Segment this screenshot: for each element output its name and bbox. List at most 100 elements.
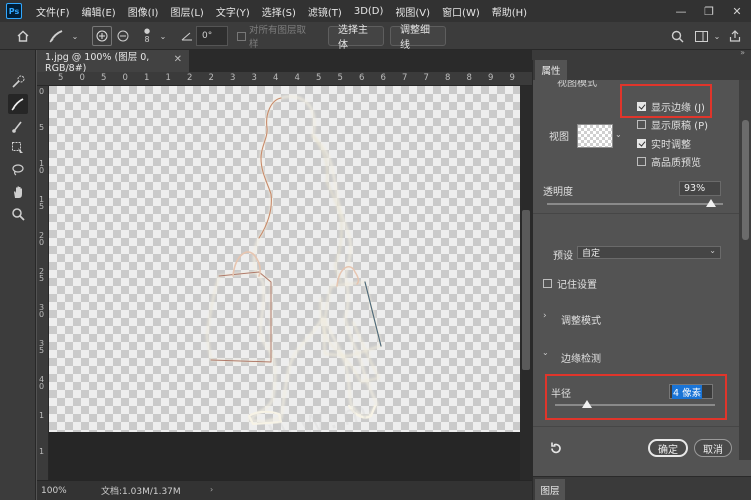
- status-bar: 100% 文档:1.03M/1.37M ›: [37, 480, 532, 500]
- angle-input[interactable]: 0°: [196, 26, 228, 46]
- remember-settings-checkbox[interactable]: [543, 279, 552, 288]
- brush-size-control[interactable]: ● 8: [140, 26, 154, 46]
- minimize-button[interactable]: —: [667, 0, 695, 22]
- show-edge-highlight: [620, 84, 712, 118]
- view-mode-thumbnail[interactable]: [577, 124, 613, 148]
- close-tab-icon[interactable]: ✕: [174, 54, 182, 65]
- ruler-top-tick-label: 9: [509, 73, 515, 83]
- sample-all-layers-label: 对所有图层取样: [249, 25, 307, 50]
- right-bag-edge-color: [364, 281, 382, 347]
- view-label: 视图: [549, 132, 569, 143]
- maximize-button[interactable]: ❐: [695, 0, 723, 22]
- zoom-tool-icon[interactable]: [8, 204, 28, 224]
- ruler-top-tick-label: 2: [208, 73, 214, 83]
- workspace-icon[interactable]: [692, 26, 710, 46]
- ruler-top: 5 0 5 0 1 1 2 2 3 3 4 4 5 5 6 6 7 7 8 8 9 9: [44, 72, 532, 86]
- ruler-top-tick-label: 6: [359, 73, 365, 83]
- menu-file[interactable]: 文件(F): [30, 4, 76, 19]
- document-size: 文档:1.03M/1.37M: [101, 487, 181, 497]
- search-icon[interactable]: [668, 26, 686, 46]
- refine-edge-brush-tool-icon[interactable]: [8, 94, 28, 114]
- ruler-left-tick-label: 1: [39, 447, 45, 456]
- ruler-left-tick-label: 2 0: [39, 231, 45, 247]
- chevron-down-icon[interactable]: ⌄: [70, 26, 80, 46]
- refine-brush-tool-icon[interactable]: [44, 26, 70, 46]
- hq-preview-label: 高品质预览: [651, 158, 701, 169]
- menu-image[interactable]: 图像(I): [122, 4, 165, 19]
- chevron-down-icon[interactable]: ⌄: [615, 130, 622, 139]
- menu-layer[interactable]: 图层(L): [164, 4, 209, 19]
- close-button[interactable]: ✕: [723, 0, 751, 22]
- menu-help[interactable]: 帮助(H): [486, 4, 533, 19]
- reset-icon[interactable]: [547, 440, 563, 456]
- sample-all-layers-checkbox[interactable]: [236, 26, 246, 46]
- opacity-label: 透明度: [543, 187, 573, 198]
- show-original-checkbox[interactable]: [637, 120, 646, 129]
- hq-preview-checkbox[interactable]: [637, 157, 646, 166]
- ruler-top-tick-label: 7: [423, 73, 429, 83]
- menu-type[interactable]: 文字(Y): [210, 4, 256, 19]
- right-panel: 属性 视图模式 视图 ⌄ 显示边缘 (J) 显示原稿 (P) 实时调整 高品质预…: [532, 50, 751, 500]
- refine-hair-button[interactable]: 调整细线: [390, 25, 446, 51]
- ruler-left-tick-label: 1 0: [39, 159, 45, 175]
- properties-scrollbar-thumb[interactable]: [742, 120, 749, 240]
- share-icon[interactable]: [726, 26, 744, 46]
- ruler-top-tick-label: 5: [58, 73, 64, 83]
- lasso-tool-icon[interactable]: [8, 160, 28, 180]
- hand-tool-icon[interactable]: [8, 182, 28, 202]
- select-subject-button[interactable]: 选择主体: [328, 25, 384, 51]
- panel-collapse-strip[interactable]: »: [532, 48, 751, 60]
- tab-strip: [190, 50, 532, 72]
- ruler-left-tick-label: 4 0: [39, 375, 45, 391]
- chevron-down-icon[interactable]: ⌄: [542, 348, 549, 357]
- ruler-top-tick-label: 0: [122, 73, 128, 83]
- brush-tool-icon[interactable]: [8, 116, 28, 136]
- menu-edit[interactable]: 编辑(E): [76, 4, 122, 19]
- layers-tab[interactable]: 图层: [535, 479, 565, 500]
- edge-detection-section[interactable]: 边缘检测: [561, 350, 601, 365]
- realtime-adjust-label: 实时调整: [651, 140, 691, 151]
- figure-body-edge: [247, 95, 379, 424]
- status-menu-arrow-icon[interactable]: ›: [210, 485, 213, 494]
- ruler-top-tick-label: 8: [445, 73, 451, 83]
- properties-scrollbar[interactable]: [739, 80, 751, 460]
- subtract-selection-icon[interactable]: [114, 26, 132, 46]
- opacity-slider-track[interactable]: [547, 203, 723, 205]
- menu-select[interactable]: 选择(S): [256, 4, 302, 19]
- home-icon[interactable]: [12, 26, 34, 46]
- add-to-selection-icon[interactable]: [92, 26, 112, 46]
- preset-select[interactable]: 自定 ⌄: [577, 246, 721, 259]
- document-tab[interactable]: 1.jpg @ 100% (图层 0, RGB/8#) ✕: [37, 50, 190, 74]
- canvas-vertical-scrollbar[interactable]: [520, 86, 532, 480]
- properties-tab-strip: 属性: [533, 60, 751, 80]
- menu-view[interactable]: 视图(V): [389, 4, 436, 19]
- canvas-scrollbar-thumb[interactable]: [522, 210, 530, 370]
- dress-edge: [319, 297, 380, 383]
- chevron-right-icon[interactable]: ›: [543, 311, 547, 321]
- ruler-top-tick-label: 3: [230, 73, 236, 83]
- ruler-left-tick-label: 5: [39, 123, 45, 132]
- remember-settings-label: 记住设置: [557, 280, 597, 291]
- opacity-slider-thumb[interactable]: [705, 199, 716, 207]
- photoshop-logo: Ps: [6, 3, 22, 19]
- adjust-mode-section[interactable]: 调整模式: [561, 312, 601, 327]
- realtime-adjust-checkbox[interactable]: [637, 139, 646, 148]
- canvas-area[interactable]: WWW.m: [49, 86, 520, 480]
- chevron-down-icon[interactable]: ⌄: [712, 26, 722, 46]
- chevron-down-icon[interactable]: ⌄: [158, 26, 168, 46]
- ok-button[interactable]: 确定: [648, 439, 688, 457]
- ruler-left-tick-label: 2 5: [39, 267, 45, 283]
- properties-tab[interactable]: 属性: [535, 60, 567, 80]
- divider: [533, 426, 739, 427]
- quick-selection-tool-icon[interactable]: [8, 72, 28, 92]
- object-selection-tool-icon[interactable]: [8, 138, 28, 158]
- ruler-left-tick-label: 0: [39, 87, 45, 96]
- collapse-panel-icon[interactable]: »: [740, 48, 745, 57]
- menu-filter[interactable]: 滤镜(T): [302, 4, 348, 19]
- opacity-input[interactable]: 93%: [679, 181, 721, 196]
- cancel-button[interactable]: 取消: [694, 439, 732, 457]
- menu-bar: Ps 文件(F) 编辑(E) 图像(I) 图层(L) 文字(Y) 选择(S) 滤…: [0, 0, 751, 22]
- menu-3d[interactable]: 3D(D): [348, 6, 390, 17]
- zoom-level[interactable]: 100%: [37, 486, 69, 496]
- menu-window[interactable]: 窗口(W): [436, 4, 486, 19]
